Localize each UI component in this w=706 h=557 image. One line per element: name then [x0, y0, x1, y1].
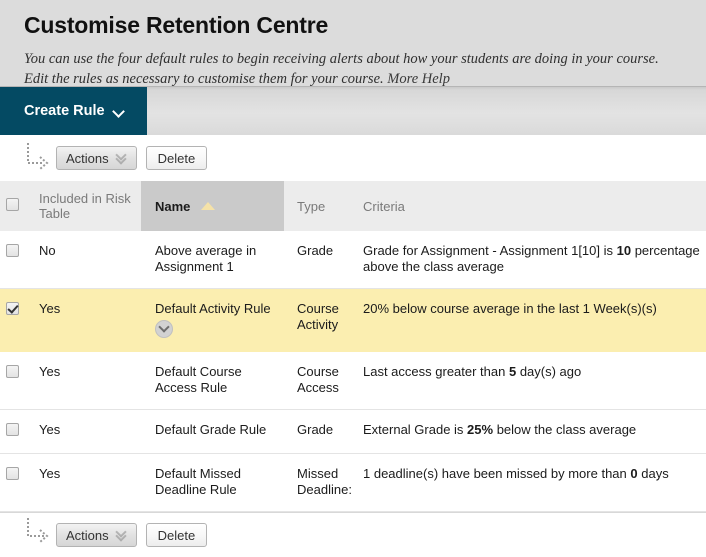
rule-name-link[interactable]: Default Grade Rule [155, 422, 276, 438]
criteria-text-prefix: Grade for Assignment - Assignment 1[10] … [363, 243, 617, 258]
toolbar-top: Actions Delete [0, 135, 706, 181]
actions-button-bottom[interactable]: Actions [56, 523, 137, 547]
rule-name-link[interactable]: Default Missed Deadline Rule [155, 466, 276, 498]
cell-type: Grade [284, 409, 362, 454]
cell-criteria: External Grade is 25% below the class av… [362, 409, 706, 454]
cell-type: Missed Deadline: [284, 453, 362, 512]
cell-included-in-risk-table: No [33, 231, 141, 289]
criteria-value: 10 [616, 243, 632, 258]
actions-button-top[interactable]: Actions [56, 146, 137, 170]
row-checkbox[interactable] [6, 365, 19, 378]
actions-label: Actions [66, 150, 109, 166]
toolbar-bottom: Actions Delete [0, 513, 706, 557]
table-row[interactable]: Yes Default Grade Rule Grade External Grade… [0, 409, 706, 454]
criteria-text-prefix: 1 deadline(s) have been missed by more t… [363, 466, 631, 481]
cell-included-in-risk-table: Yes [33, 351, 141, 410]
row-checkbox[interactable] [6, 423, 19, 436]
double-chevron-down-icon-bottom [116, 529, 127, 541]
row-checkbox-cell [0, 409, 33, 454]
delete-label-bottom: Delete [157, 527, 196, 543]
row-checkbox-cell [0, 453, 33, 512]
cell-criteria: 20% below course average in the last 1 W… [362, 288, 706, 352]
cell-criteria: Last access greater than 5 day(s) ago [362, 351, 706, 410]
row-checkbox[interactable] [6, 244, 19, 257]
cell-type: Course Access [284, 351, 362, 410]
chevron-glyph [158, 321, 170, 333]
delete-button-bottom[interactable]: Delete [145, 523, 208, 547]
create-rule-button[interactable]: Create Rule [0, 87, 147, 135]
page-instructions: You can use the four default rules to be… [24, 49, 706, 89]
criteria-text-prefix: External Grade is [363, 422, 468, 437]
actions-label-bottom: Actions [66, 527, 109, 543]
cell-criteria: Grade for Assignment - Assignment 1[10] … [362, 231, 706, 289]
dotted-elbow-arrow-icon [22, 141, 52, 175]
double-chevron-down-icon [116, 152, 127, 164]
rules-table-wrapper: Included in Risk Table Name Type Criteri… [0, 181, 706, 512]
dotted-elbow-arrow-icon-bottom [22, 518, 52, 552]
cell-included-in-risk-table: Yes [33, 453, 141, 512]
cell-criteria: 1 deadline(s) have been missed by more t… [362, 453, 706, 512]
select-all-checkbox[interactable] [6, 198, 19, 211]
column-header-select-all [0, 181, 33, 231]
cell-type: Grade [284, 231, 362, 289]
delete-label: Delete [157, 150, 196, 166]
sort-ascending-triangle-icon[interactable] [201, 201, 216, 210]
table-body: No Above average in Assignment 1 Grade Grad… [0, 231, 706, 512]
criteria-value: 0 [630, 466, 638, 481]
column-header-included[interactable]: Included in Risk Table [33, 181, 141, 231]
delete-button-top[interactable]: Delete [145, 146, 208, 170]
table-header: Included in Risk Table Name Type Criteri… [0, 181, 706, 231]
table-row[interactable]: Yes Default Activity Rule Course Activity 2… [0, 288, 706, 352]
column-header-name[interactable]: Name [141, 181, 284, 231]
criteria-value: 25% [467, 422, 494, 437]
cell-rule-name: Default Course Access Rule [141, 351, 284, 410]
cell-rule-name: Above average in Assignment 1 [141, 231, 284, 289]
column-header-name-label: Name [155, 198, 191, 214]
cell-rule-name: Default Grade Rule [141, 409, 284, 454]
column-header-criteria[interactable]: Criteria [362, 181, 706, 231]
row-checkbox-cell [0, 288, 33, 352]
criteria-text-prefix: 20% below course average in the last 1 W… [363, 301, 657, 316]
table-row[interactable]: Yes Default Course Access Rule Course Acce… [0, 351, 706, 410]
instructions-line-1: You can use the four default rules to be… [24, 51, 659, 67]
criteria-text-suffix: day(s) ago [516, 364, 582, 379]
row-checkbox[interactable] [6, 302, 19, 315]
content-area: Actions Delete Included in Risk Table Na… [0, 135, 706, 557]
cell-rule-name: Default Missed Deadline Rule [141, 453, 284, 512]
cell-included-in-risk-table: Yes [33, 288, 141, 352]
column-header-type[interactable]: Type [284, 181, 362, 231]
table-header-row: Included in Risk Table Name Type Criteri… [0, 181, 706, 231]
action-bar: Create Rule [0, 86, 706, 135]
rules-table: Included in Risk Table Name Type Criteri… [0, 181, 706, 512]
table-row[interactable]: No Above average in Assignment 1 Grade Grad… [0, 231, 706, 289]
create-rule-label: Create Rule [24, 103, 105, 119]
cell-rule-name: Default Activity Rule [141, 288, 284, 352]
rule-name-link[interactable]: Default Activity Rule [155, 301, 276, 317]
row-checkbox-cell [0, 231, 33, 289]
page-title: Customise Retention Centre [24, 12, 329, 38]
page-header: Customise Retention Centre You can use t… [0, 0, 706, 89]
instructions-line-2-text: Edit the rules as necessary to customise… [24, 71, 384, 87]
cell-included-in-risk-table: Yes [33, 409, 141, 454]
criteria-text-prefix: Last access greater than [363, 364, 509, 379]
table-row[interactable]: Yes Default Missed Deadline Rule Missed De… [0, 453, 706, 512]
criteria-text-suffix: days [637, 466, 669, 481]
row-checkbox-cell [0, 351, 33, 410]
row-checkbox[interactable] [6, 467, 19, 480]
cell-type: Course Activity [284, 288, 362, 352]
chevron-down-circle-icon[interactable] [155, 320, 173, 338]
criteria-text-suffix: below the class average [493, 422, 637, 437]
chevron-down-icon [114, 106, 125, 117]
rule-name-link[interactable]: Above average in Assignment 1 [155, 243, 276, 275]
rule-name-link[interactable]: Default Course Access Rule [155, 364, 276, 396]
